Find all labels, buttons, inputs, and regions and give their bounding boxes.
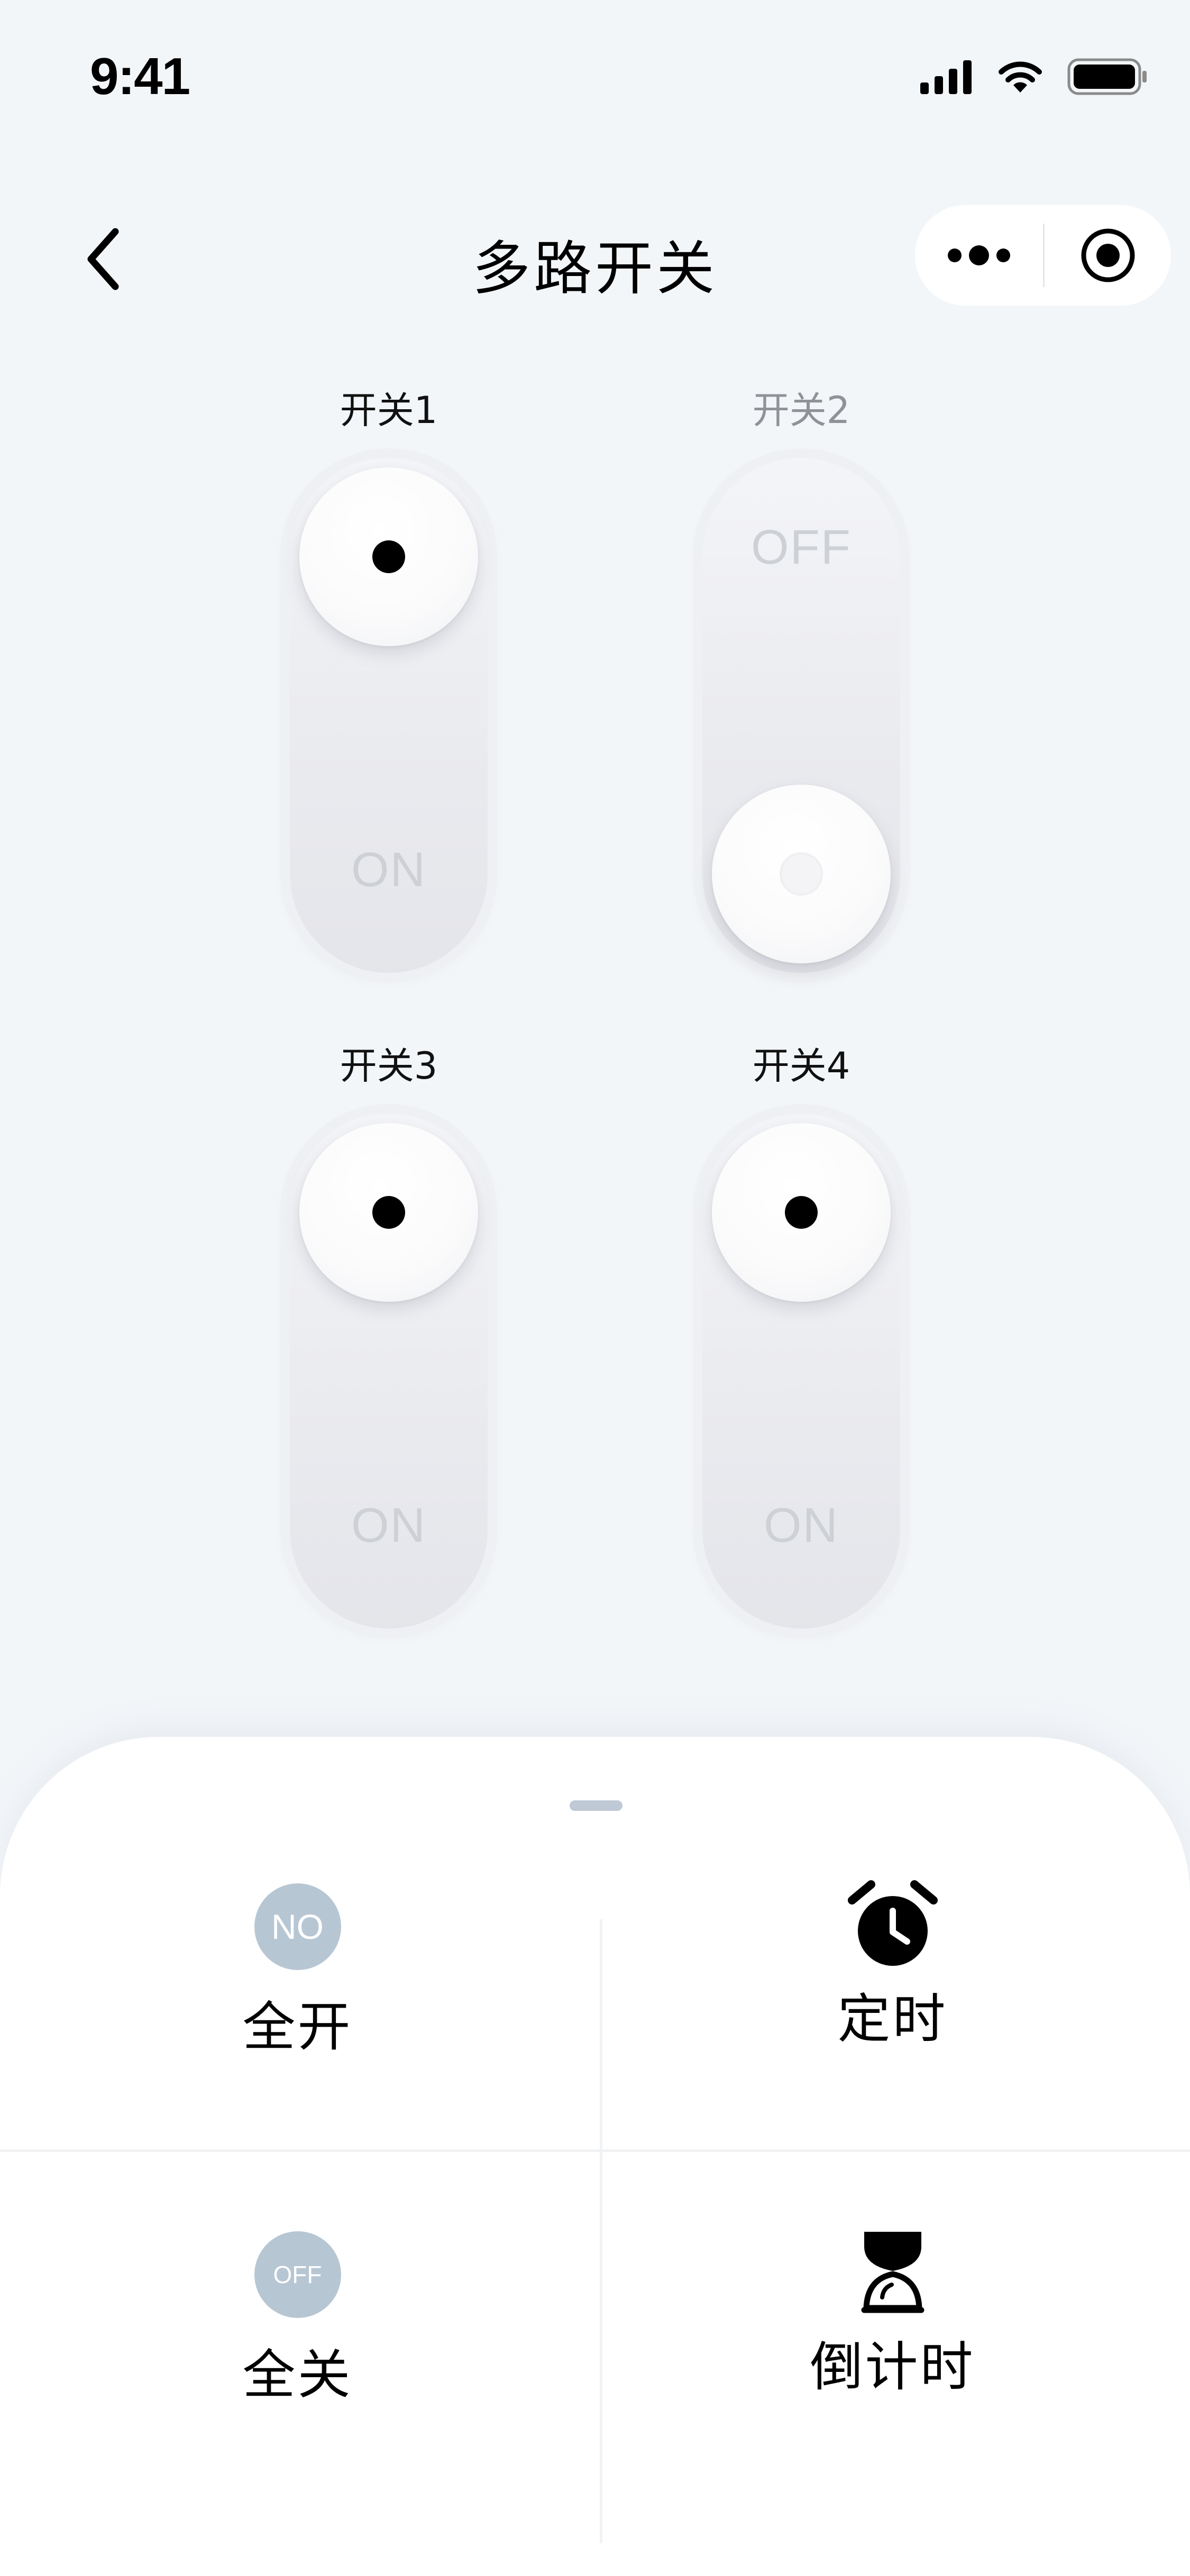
switch-track[interactable]: ON (280, 1104, 497, 1638)
all-on-label: 全开 (242, 1996, 353, 2058)
switch-state-text: ON (764, 1498, 839, 1552)
status-bar: 9:41 (0, 0, 1190, 153)
switch-knob[interactable] (299, 467, 478, 646)
all-on-badge-text: NO (271, 1907, 324, 1946)
countdown-button[interactable]: 倒计时 (595, 2223, 1190, 2435)
battery-icon (1067, 58, 1147, 95)
signal-icon (920, 60, 972, 94)
switch-state-text: OFF (751, 520, 852, 574)
switch-label: 开关2 (752, 389, 850, 432)
knob-indicator-dot (372, 1196, 405, 1229)
more-button[interactable] (915, 205, 1043, 306)
knob-indicator-dot (785, 1196, 818, 1229)
all-on-button[interactable]: NO 全开 (0, 1883, 595, 2095)
sheet-drag-handle[interactable] (570, 1800, 623, 1811)
wifi-icon (999, 61, 1042, 93)
knob-indicator-dot (780, 852, 823, 896)
status-time: 9:41 (90, 47, 190, 105)
status-icons (920, 58, 1148, 95)
all-off-badge-text: OFF (273, 2261, 322, 2288)
all-off-button[interactable]: OFF 全关 (0, 2231, 595, 2443)
bottom-action-sheet: NO 全开 定时 OFF 全关 倒计时 (0, 1737, 1190, 2576)
switch-label: 开关3 (340, 1044, 438, 1088)
switch-state-text: ON (351, 843, 426, 897)
nav-bar: 多路开关 (0, 190, 1190, 317)
timer-label: 定时 (837, 1988, 948, 2050)
switch-track[interactable]: ON (280, 448, 497, 982)
switch-track[interactable]: OFF (693, 448, 910, 982)
all-off-badge-icon: OFF (254, 2231, 341, 2318)
switch-knob[interactable] (712, 785, 891, 963)
switch-knob[interactable] (712, 1123, 891, 1302)
mini-program-capsule (915, 205, 1171, 306)
switch-track[interactable]: ON (693, 1104, 910, 1638)
knob-indicator-dot (372, 540, 405, 573)
all-off-label: 全关 (242, 2344, 353, 2406)
hourglass-icon (845, 2223, 940, 2319)
countdown-label: 倒计时 (810, 2336, 975, 2398)
switch-label: 开关1 (340, 389, 438, 432)
switch-state-text: ON (351, 1498, 426, 1552)
more-dots-icon (948, 245, 1010, 265)
switch-label: 开关4 (752, 1044, 850, 1088)
sheet-divider-horizontal (0, 2149, 1190, 2152)
timer-button[interactable]: 定时 (595, 1875, 1190, 2087)
alarm-clock-icon (845, 1875, 940, 1971)
target-circle-icon (1081, 228, 1134, 282)
switch-knob[interactable] (299, 1123, 478, 1302)
close-button[interactable] (1045, 205, 1171, 306)
all-on-badge-icon: NO (254, 1883, 341, 1970)
